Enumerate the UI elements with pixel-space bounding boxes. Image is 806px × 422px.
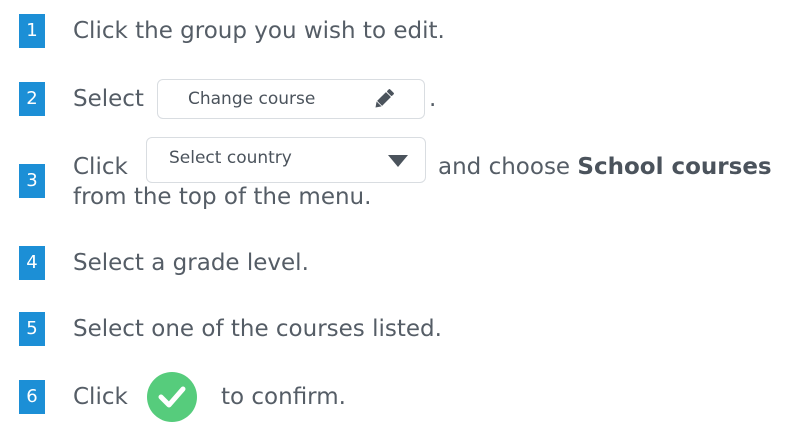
step-number: 2 <box>19 82 45 116</box>
step-suffix: to confirm. <box>221 384 346 410</box>
and-choose-text: and choose <box>438 154 571 180</box>
step-text: Click <box>73 154 128 180</box>
pencil-icon <box>375 89 394 108</box>
step-number: 6 <box>19 380 45 414</box>
change-course-label: Change course <box>188 89 316 109</box>
caret-down-icon <box>388 155 408 167</box>
select-country-dropdown[interactable]: Select country <box>146 137 426 183</box>
step-text-line2: from the top of the menu. <box>73 184 372 210</box>
step-number: 1 <box>19 14 45 48</box>
checkmark-icon <box>158 386 186 408</box>
school-courses-text: School courses <box>577 154 772 180</box>
step-text-middle: and choose School courses <box>438 150 772 184</box>
step-text: Select <box>73 86 144 112</box>
step-text: Select one of the courses listed. <box>73 316 442 342</box>
step-suffix: . <box>429 86 437 112</box>
step-number: 4 <box>19 246 45 280</box>
step-number: 5 <box>19 312 45 346</box>
select-country-label: Select country <box>169 148 292 168</box>
change-course-button[interactable]: Change course <box>157 79 425 119</box>
confirm-button[interactable] <box>147 372 197 422</box>
step-text: Click the group you wish to edit. <box>73 18 445 44</box>
step-text: Click <box>73 384 128 410</box>
step-number: 3 <box>19 164 45 198</box>
step-text: Select a grade level. <box>73 250 309 276</box>
